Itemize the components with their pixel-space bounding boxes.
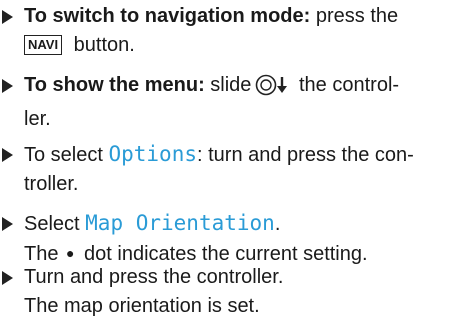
step-1-body: press the [310,5,399,27]
step-4-body: Select [24,213,86,235]
controller-slide-down-icon [255,74,291,105]
options-menu-item: Options [108,142,197,166]
step-2-bold: To show the menu: [24,74,205,96]
step-3-body-3: troller. [24,173,79,195]
step-4-body-2: . [274,213,281,235]
navi-button: NAVI [24,35,63,55]
step-arrow-icon [2,148,13,162]
step-4-line-2-pre: The [24,243,59,265]
step-1-bold: To switch to navigation mode: [24,5,311,27]
step-1-text: To switch to navigation mode: press the … [24,2,464,60]
step-4-text: Select Map Orientation. The ● dot indica… [24,209,464,269]
step-2-body-3: ler. [24,108,51,130]
step-5-body-2: The map orientation is set. [24,295,260,317]
step-arrow-icon [2,217,13,231]
step-4-line-2-post: dot indicates the current setting. [78,243,368,265]
map-orientation-menu-item: Map Orientation [85,211,275,235]
step-arrow-icon [2,79,13,93]
step-arrow-icon [2,271,13,285]
step-2-body-2: the control- [293,74,400,96]
instruction-page: To switch to navigation mode: press the … [0,0,468,319]
step-3-text: To select Options: turn and press the co… [24,140,464,199]
step-5-text: Turn and press the controller. The map o… [24,263,464,321]
step-1-body-2: button. [68,34,135,56]
step-2-text: To show the menu: slide the control- ler… [24,71,464,134]
step-3-body-2: : turn and press the con- [197,144,414,166]
step-2-body: slide [204,74,252,96]
step-3-body: To select [24,144,109,166]
step-5-body: Turn and press the controller. [24,266,284,288]
step-arrow-icon [2,10,13,24]
